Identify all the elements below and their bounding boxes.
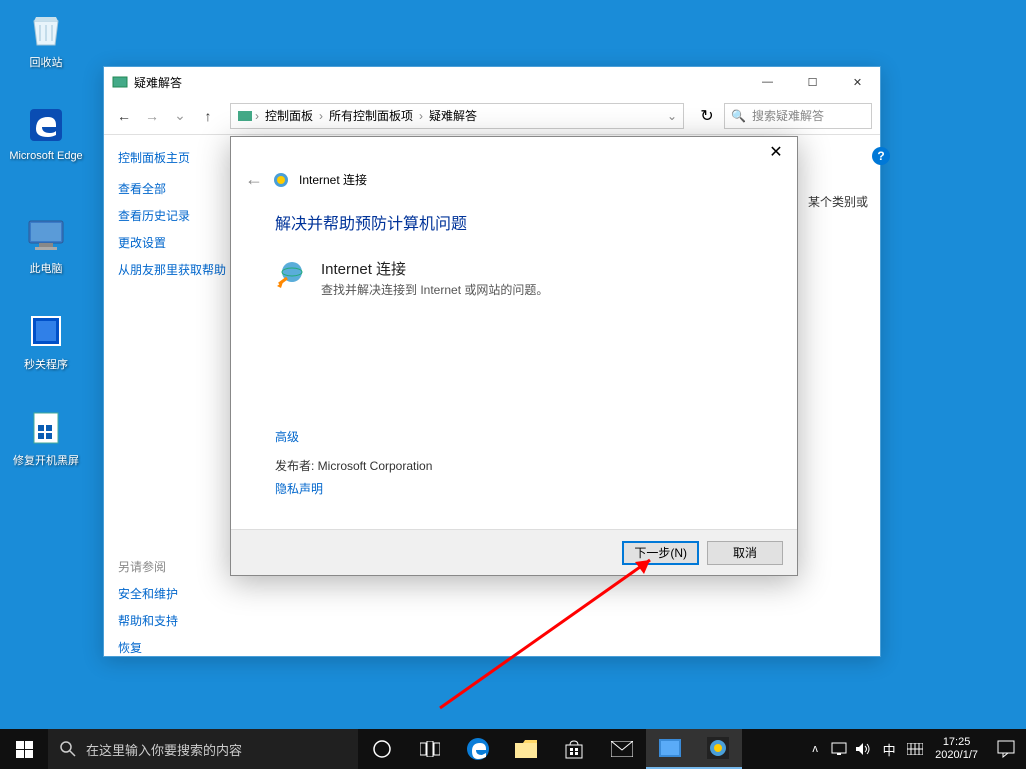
sidebar: 控制面板主页 查看全部 查看历史记录 更改设置 从朋友那里获取帮助 另请参阅 安… <box>104 135 234 656</box>
ime-keyboard-icon[interactable] <box>903 743 927 755</box>
taskbar-store-icon[interactable] <box>550 729 598 769</box>
app-icon <box>25 310 67 352</box>
history-dropdown[interactable]: ⌄ <box>168 104 192 128</box>
system-tray: ᴧ 中 17:25 2020/1/7 <box>803 729 1026 769</box>
dialog-close-button[interactable]: ✕ <box>761 137 791 167</box>
taskbar-explorer-icon[interactable] <box>502 729 550 769</box>
clock[interactable]: 17:25 2020/1/7 <box>927 736 986 762</box>
recycle-bin-icon <box>25 8 67 50</box>
sidebar-home-link[interactable]: 控制面板主页 <box>118 149 234 166</box>
publisher-text: 发布者: Microsoft Corporation <box>275 457 753 474</box>
desktop-icon-shutdown[interactable]: 秒关程序 <box>8 310 84 372</box>
maximize-button[interactable]: ☐ <box>790 67 835 97</box>
taskview-icon[interactable] <box>406 729 454 769</box>
desktop-label: 此电脑 <box>8 260 84 276</box>
volume-icon[interactable] <box>851 742 875 756</box>
ime-indicator[interactable]: 中 <box>875 740 903 759</box>
breadcrumb[interactable]: › 控制面板 › 所有控制面板项 › 疑难解答 ⌄ <box>230 103 684 129</box>
item-title: Internet 连接 <box>321 258 548 279</box>
forward-button[interactable]: → <box>140 104 164 128</box>
privacy-link[interactable]: 隐私声明 <box>275 480 753 497</box>
back-button[interactable]: ← <box>112 104 136 128</box>
taskbar-troubleshoot-icon[interactable] <box>694 729 742 769</box>
notification-icon[interactable] <box>986 740 1026 758</box>
cortana-icon[interactable] <box>358 729 406 769</box>
desktop-icon-edge[interactable]: Microsoft Edge <box>8 104 84 162</box>
sidebar-link[interactable]: 恢复 <box>118 639 234 656</box>
desktop-label: 秒关程序 <box>8 356 84 372</box>
taskbar-search[interactable]: 在这里输入你要搜索的内容 <box>48 729 358 769</box>
troubleshooter-dialog: ✕ ← Internet 连接 解决并帮助预防计算机问题 Internet 连接… <box>230 136 798 576</box>
tray-chevron-icon[interactable]: ᴧ <box>803 743 827 755</box>
desktop-label: 回收站 <box>8 54 84 70</box>
network-icon[interactable] <box>827 742 851 756</box>
desktop-label: Microsoft Edge <box>8 150 84 162</box>
breadcrumb-icon <box>237 108 253 124</box>
up-button[interactable]: ↑ <box>196 104 220 128</box>
taskbar-control-panel-icon[interactable] <box>646 729 694 769</box>
start-button[interactable] <box>0 729 48 769</box>
taskbar: 在这里输入你要搜索的内容 ᴧ 中 17:25 2020/1/7 <box>0 729 1026 769</box>
troubleshooter-item[interactable]: Internet 连接 查找并解决连接到 Internet 或网站的问题。 <box>275 258 753 298</box>
titlebar[interactable]: 疑难解答 — ☐ ✕ <box>104 67 880 97</box>
sidebar-link[interactable]: 从朋友那里获取帮助 <box>118 261 234 278</box>
next-button[interactable]: 下一步(N) <box>622 541 699 565</box>
dialog-heading: 解决并帮助预防计算机问题 <box>275 210 753 234</box>
close-button[interactable]: ✕ <box>835 67 880 97</box>
cancel-button[interactable]: 取消 <box>707 541 783 565</box>
dropdown-icon[interactable]: ⌄ <box>667 109 677 123</box>
time-text: 17:25 <box>935 736 978 749</box>
advanced-link[interactable]: 高级 <box>275 428 753 445</box>
window-title: 疑难解答 <box>134 74 745 91</box>
desktop-icon-this-pc[interactable]: 此电脑 <box>8 214 84 276</box>
toolbar: ← → ⌄ ↑ › 控制面板 › 所有控制面板项 › 疑难解答 ⌄ ↻ 🔍 搜索… <box>104 97 880 135</box>
internet-icon <box>275 258 309 292</box>
dialog-back-button[interactable]: ← <box>245 169 263 190</box>
minimize-button[interactable]: — <box>745 67 790 97</box>
search-icon: 🔍 <box>731 109 746 123</box>
desktop-icon-fix-blackscreen[interactable]: 修复开机黑屏 <box>8 406 84 468</box>
item-description: 查找并解决连接到 Internet 或网站的问题。 <box>321 281 548 298</box>
dialog-footer: 下一步(N) 取消 <box>231 529 797 575</box>
window-icon <box>112 74 128 90</box>
sidebar-link[interactable]: 查看历史记录 <box>118 207 234 224</box>
desktop-icon-recycle-bin[interactable]: 回收站 <box>8 8 84 70</box>
search-icon <box>60 741 76 757</box>
dialog-titlebar[interactable]: ✕ <box>231 137 797 167</box>
date-text: 2020/1/7 <box>935 749 978 762</box>
desktop-label: 修复开机黑屏 <box>8 452 84 468</box>
sidebar-link[interactable]: 查看全部 <box>118 180 234 197</box>
dialog-icon <box>273 172 289 188</box>
crumb[interactable]: 控制面板 <box>261 107 317 124</box>
help-icon[interactable]: ? <box>872 147 890 165</box>
search-input[interactable]: 🔍 搜索疑难解答 <box>724 103 872 129</box>
computer-icon <box>25 214 67 256</box>
dialog-title: Internet 连接 <box>299 171 367 188</box>
search-placeholder: 搜索疑难解答 <box>752 107 824 124</box>
app-icon <box>25 406 67 448</box>
crumb[interactable]: 所有控制面板项 <box>325 107 417 124</box>
refresh-button[interactable]: ↻ <box>694 103 720 129</box>
sidebar-link[interactable]: 更改设置 <box>118 234 234 251</box>
crumb[interactable]: 疑难解答 <box>425 107 481 124</box>
edge-icon <box>25 104 67 146</box>
search-placeholder: 在这里输入你要搜索的内容 <box>86 740 242 759</box>
sidebar-section-label: 另请参阅 <box>118 558 234 575</box>
partial-text: 某个类别或 <box>808 193 868 210</box>
taskbar-edge-icon[interactable] <box>454 729 502 769</box>
taskbar-mail-icon[interactable] <box>598 729 646 769</box>
sidebar-link[interactable]: 安全和维护 <box>118 585 234 602</box>
sidebar-link[interactable]: 帮助和支持 <box>118 612 234 629</box>
